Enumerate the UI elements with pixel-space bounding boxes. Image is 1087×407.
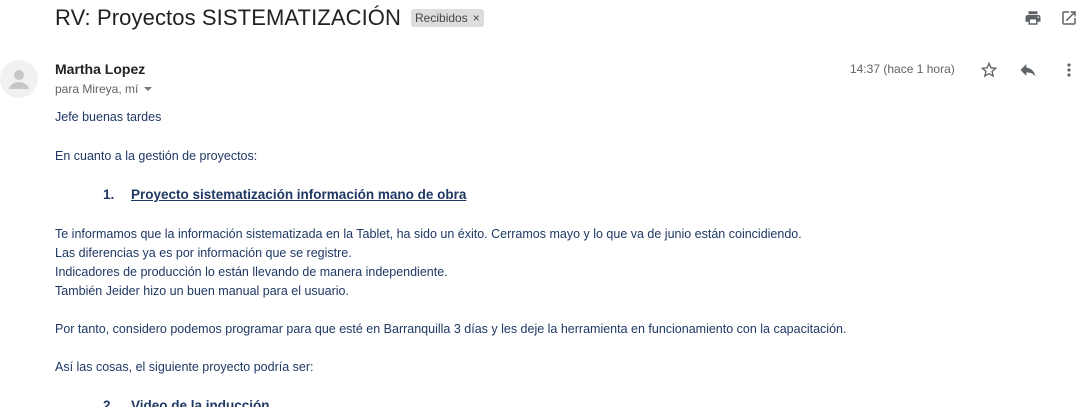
- recipients-text: para Mireya, mí: [55, 82, 139, 96]
- paragraph-line: Así las cosas, el siguiente proyecto pod…: [55, 360, 314, 374]
- recipients-line: para Mireya, mí: [55, 82, 153, 96]
- show-details-icon[interactable]: [144, 87, 153, 91]
- email-subject: RV: Proyectos SISTEMATIZACIÓN: [55, 5, 402, 30]
- star-icon[interactable]: [978, 59, 1000, 81]
- greeting: Jefe buenas tardes: [55, 110, 162, 124]
- list-item-1-text: Proyecto sistematización información man…: [131, 187, 467, 202]
- sender-name: Martha Lopez: [55, 61, 146, 77]
- remove-label-icon[interactable]: ×: [473, 11, 480, 25]
- print-icon[interactable]: [1023, 8, 1043, 28]
- paragraph-line: Las diferencias ya es por información qu…: [55, 246, 352, 260]
- list-item-2-text: Video de la inducción: [131, 398, 270, 407]
- paragraph-line: Por tanto, considero podemos programar p…: [55, 322, 847, 336]
- label-chip-inbox[interactable]: Recibidos ×: [411, 9, 484, 27]
- more-vertical-icon[interactable]: [1058, 59, 1080, 81]
- label-chip-text: Recibidos: [415, 11, 468, 25]
- open-in-new-window-icon[interactable]: [1059, 8, 1079, 28]
- person-avatar-icon: [0, 60, 38, 98]
- timestamp: 14:37 (hace 1 hora): [850, 62, 955, 76]
- intro-line: En cuanto a la gestión de proyectos:: [55, 149, 258, 163]
- list-item-2-number: 2.: [103, 398, 115, 407]
- subject-row: RV: Proyectos SISTEMATIZACIÓN Recibidos …: [55, 4, 484, 32]
- paragraph-line: Te informamos que la información sistema…: [55, 227, 802, 241]
- reply-icon[interactable]: [1017, 59, 1039, 81]
- paragraph-line: Indicadores de producción lo están lleva…: [55, 265, 448, 279]
- paragraph-line: También Jeider hizo un buen manual para …: [55, 284, 349, 298]
- list-item-1-number: 1.: [103, 187, 115, 202]
